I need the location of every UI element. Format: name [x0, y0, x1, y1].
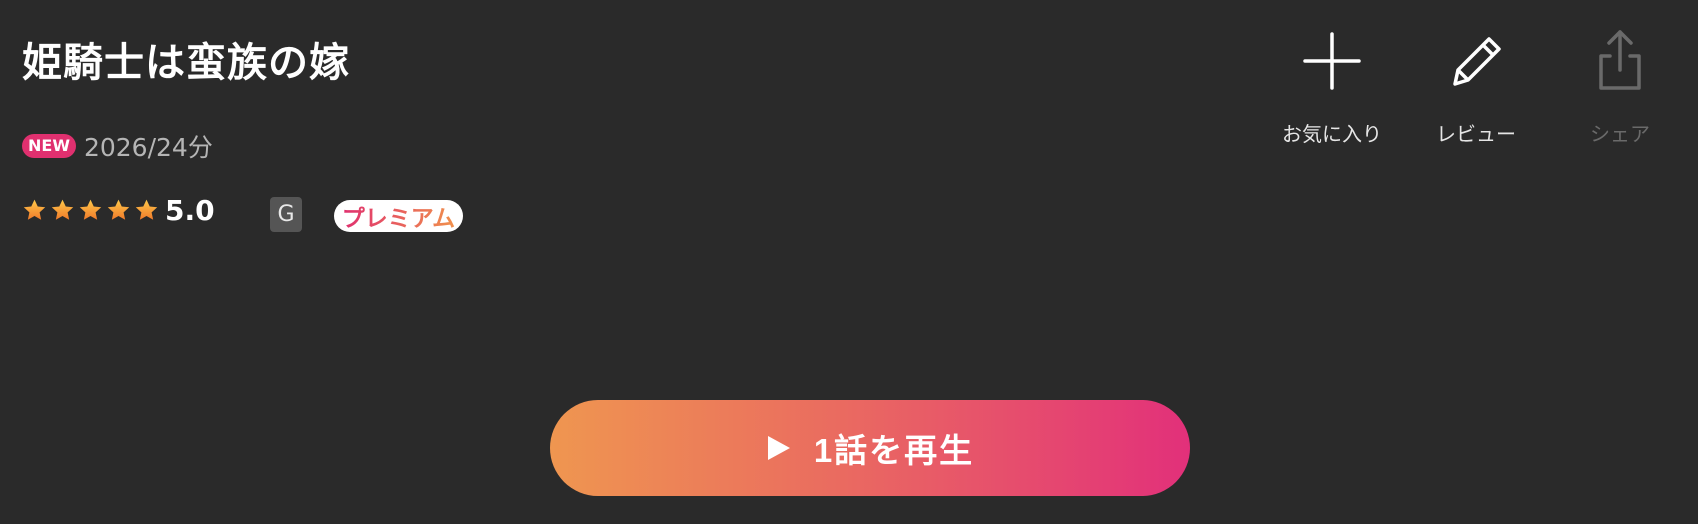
meta-row: NEW 2026/24分 [22, 128, 213, 164]
star-icon [135, 199, 158, 220]
page-title: 姫騎士は蛮族の嫁 [22, 40, 350, 86]
share-label: シェア [1590, 122, 1650, 146]
play-icon [767, 436, 790, 460]
plus-icon [1303, 32, 1361, 90]
rating-value: 5.0 [165, 194, 215, 227]
share-button[interactable]: シェア [1548, 28, 1692, 147]
share-icon [1599, 30, 1641, 90]
premium-badge: プレミアム [334, 200, 463, 232]
favorite-label: お気に入り [1282, 122, 1382, 146]
star-icon [51, 199, 74, 220]
review-button[interactable]: レビュー [1404, 28, 1548, 147]
star-icon [107, 199, 130, 220]
pencil-icon [1453, 37, 1501, 86]
star-icon [79, 199, 102, 220]
year-duration-text: 2026/24分 [83, 133, 213, 162]
rating-row: 5.0 [22, 194, 215, 227]
favorite-button[interactable]: お気に入り [1260, 28, 1404, 147]
new-badge: NEW [22, 134, 76, 158]
play-episode-button[interactable]: 1話を再生 [550, 400, 1190, 496]
review-label: レビュー [1436, 122, 1516, 146]
star-icon [23, 199, 46, 220]
star-rating [22, 198, 159, 223]
age-rating-badge: G [270, 197, 302, 232]
play-button-label: 1話を再生 [813, 432, 975, 469]
premium-label: プレミアム [342, 199, 455, 233]
action-bar: お気に入り レビュー シェア [1260, 28, 1692, 147]
title-detail-page: 姫騎士は蛮族の嫁 NEW 2026/24分 5.0 G プレミアム お気に入り [0, 0, 1698, 524]
